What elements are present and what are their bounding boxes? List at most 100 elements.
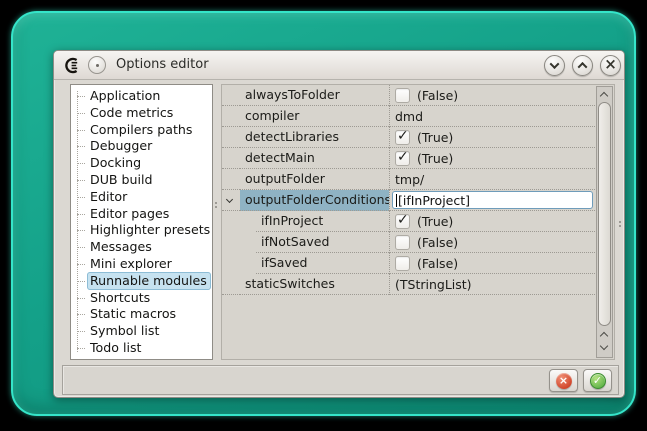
grid-row-ifnotsaved[interactable]: ifNotSaved (False) xyxy=(222,232,597,253)
property-grid[interactable]: alwaysToFolder(False)compilerdmddetectLi… xyxy=(221,84,615,360)
sidebar-item-label: Code metrics xyxy=(87,104,177,122)
grid-row-detectmain[interactable]: detectMain✓(True) xyxy=(222,148,597,169)
expand-toggle[interactable] xyxy=(222,190,240,211)
edit-value-text: [ifInProject] xyxy=(398,193,470,208)
grid-row-alwaystofolder[interactable]: alwaysToFolder(False) xyxy=(222,85,597,106)
sidebar-item-shortcuts[interactable]: Shortcuts xyxy=(75,290,210,307)
sidebar-item-label: Runnable modules xyxy=(87,272,211,290)
cancel-button[interactable]: × xyxy=(549,369,578,392)
sidebar-splitter[interactable] xyxy=(214,200,218,212)
scroll-up-icon[interactable] xyxy=(600,92,608,100)
row-gutter xyxy=(222,169,240,190)
tree-branch-icon xyxy=(77,247,85,248)
property-label: detectLibraries xyxy=(240,127,389,148)
property-value-text: dmd xyxy=(395,109,423,124)
maximize-button[interactable] xyxy=(572,55,593,76)
row-gutter xyxy=(222,232,256,253)
category-tree[interactable]: ApplicationCode metricsCompilers pathsDe… xyxy=(70,84,213,360)
sidebar-item-dub-build[interactable]: DUB build xyxy=(75,172,210,189)
close-icon: × xyxy=(604,57,617,72)
checkbox-checked[interactable]: ✓ xyxy=(395,151,410,166)
sidebar-item-compilers-paths[interactable]: Compilers paths xyxy=(75,122,210,139)
sidebar-item-application[interactable]: Application xyxy=(75,88,210,105)
row-gutter xyxy=(222,211,256,232)
tree-branch-icon xyxy=(77,281,85,282)
sidebar-item-static-macros[interactable]: Static macros xyxy=(75,306,210,323)
sidebar-item-label: Editor pages xyxy=(87,205,173,223)
sidebar-item-highlighter-presets[interactable]: Highlighter presets xyxy=(75,222,210,239)
sidebar-item-debugger[interactable]: Debugger xyxy=(75,138,210,155)
tree-branch-icon xyxy=(77,197,85,198)
scroll-down-icon[interactable] xyxy=(600,342,608,350)
sidebar-item-messages[interactable]: Messages xyxy=(75,239,210,256)
checkbox-checked[interactable]: ✓ xyxy=(395,130,410,145)
sidebar-item-label: Mini explorer xyxy=(87,255,176,273)
accept-button[interactable]: ✓ xyxy=(583,369,612,392)
property-label: ifNotSaved xyxy=(256,232,389,253)
property-label: ifInProject xyxy=(256,211,389,232)
sidebar-item-runnable-modules[interactable]: Runnable modules xyxy=(75,273,210,290)
options-editor-window: Options editor × ApplicationCode metrics… xyxy=(53,50,625,398)
checkbox-unchecked[interactable] xyxy=(395,235,410,250)
property-value-cell: ✓ (True) xyxy=(389,211,597,232)
window-menu-button[interactable] xyxy=(88,56,106,74)
sidebar-item-label: Static macros xyxy=(87,305,180,323)
sidebar-item-label: Messages xyxy=(87,238,156,256)
sidebar-item-label: Debugger xyxy=(87,137,156,155)
sidebar-list: ApplicationCode metricsCompilers pathsDe… xyxy=(75,88,210,357)
property-value-text: (False) xyxy=(417,235,458,250)
checkbox-unchecked[interactable] xyxy=(395,256,410,271)
tree-branch-icon xyxy=(77,214,85,215)
value-edit-input[interactable]: [ifInProject] xyxy=(392,191,593,209)
tree-branch-icon xyxy=(77,130,85,131)
sidebar-item-symbol-list[interactable]: Symbol list xyxy=(75,323,210,340)
sidebar-item-label: Application xyxy=(87,87,164,105)
checkbox-unchecked[interactable] xyxy=(395,88,410,103)
chevron-down-icon xyxy=(550,59,560,69)
grid-row-ifinproject[interactable]: ifInProject ✓ (True) xyxy=(222,211,597,232)
grid-row-detectlibraries[interactable]: detectLibraries ✓ (True) xyxy=(222,127,597,148)
tree-branch-icon xyxy=(77,314,85,315)
scroll-up-icon[interactable] xyxy=(600,332,608,340)
grid-splitter[interactable] xyxy=(618,219,622,231)
sidebar-item-code-metrics[interactable]: Code metrics xyxy=(75,105,210,122)
row-gutter xyxy=(222,253,256,274)
grid-row-outputfolder[interactable]: outputFoldertmp/ xyxy=(222,169,597,190)
tree-branch-icon xyxy=(77,298,85,299)
property-value-cell: [ifInProject] xyxy=(389,190,597,211)
check-icon: ✓ xyxy=(397,128,409,144)
checkbox-checked[interactable]: ✓ xyxy=(395,214,410,229)
titlebar[interactable]: Options editor × xyxy=(54,51,624,80)
chevron-up-icon xyxy=(578,62,588,72)
property-label: ifSaved xyxy=(256,253,389,274)
scrollbar-thumb[interactable] xyxy=(598,102,611,326)
close-button[interactable]: × xyxy=(600,55,621,76)
sidebar-item-todo-list[interactable]: Todo list xyxy=(75,340,210,357)
tree-branch-icon xyxy=(77,163,85,164)
sidebar-item-label: Todo list xyxy=(87,339,145,357)
grid-row-ifsaved[interactable]: ifSaved(False) xyxy=(222,253,597,274)
property-label: staticSwitches xyxy=(240,274,389,295)
scrollbar[interactable] xyxy=(596,86,613,358)
tree-branch-icon xyxy=(77,348,85,349)
property-label: outputFolderConditions xyxy=(240,190,389,211)
sidebar-item-label: Shortcuts xyxy=(87,289,154,307)
grid-row-outputfolderconditions[interactable]: outputFolderConditions [ifInProject] xyxy=(222,190,597,211)
sidebar-item-label: Highlighter presets xyxy=(87,221,213,239)
row-gutter xyxy=(222,127,240,148)
tree-branch-icon xyxy=(77,146,85,147)
sidebar-item-label: Symbol list xyxy=(87,322,163,340)
minimize-button[interactable] xyxy=(544,55,565,76)
grid-row-staticswitches[interactable]: staticSwitches(TStringList) xyxy=(222,274,597,295)
coedit-logo-icon xyxy=(64,57,81,74)
window-frame: Options editor × ApplicationCode metrics… xyxy=(11,11,636,416)
sidebar-item-editor[interactable]: Editor xyxy=(75,189,210,206)
sidebar-item-mini-explorer[interactable]: Mini explorer xyxy=(75,256,210,273)
sidebar-item-docking[interactable]: Docking xyxy=(75,155,210,172)
sidebar-item-editor-pages[interactable]: Editor pages xyxy=(75,206,210,223)
property-value-text: (True) xyxy=(417,214,453,229)
property-value-cell: (False) xyxy=(389,253,597,274)
property-value-text: (True) xyxy=(417,151,453,166)
grid-row-compiler[interactable]: compilerdmd xyxy=(222,106,597,127)
property-value-text: (True) xyxy=(417,130,453,145)
